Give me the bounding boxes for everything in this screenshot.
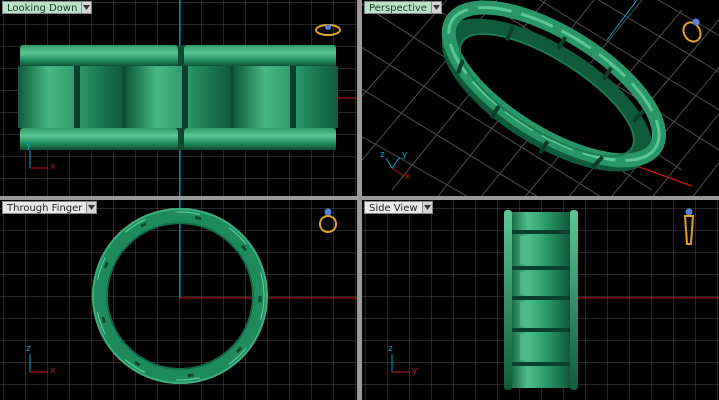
viewport-perspective[interactable]: z y x Perspective: [362, 0, 719, 196]
axis-label-x: x: [405, 172, 411, 182]
viewport-label-side-view[interactable]: Side View: [364, 201, 433, 214]
axis-label-x: x: [50, 366, 56, 376]
viewport-label-text: Side View: [364, 201, 422, 214]
ring-orientation-icon: [314, 22, 342, 42]
axis-label-x: x: [50, 162, 56, 172]
axis-label-y: y: [412, 366, 418, 376]
ring-model[interactable]: [504, 210, 578, 390]
chevron-down-icon[interactable]: [421, 201, 433, 214]
axis-label-y: y: [402, 150, 408, 160]
viewport-through-finger[interactable]: z x Through Finger: [0, 200, 357, 400]
axis-label-y: y: [26, 141, 32, 151]
viewport-label-looking-down[interactable]: Looking Down: [2, 1, 93, 14]
viewport-label-text: Looking Down: [2, 1, 82, 14]
viewport-label-perspective[interactable]: Perspective: [364, 1, 442, 14]
ring-orientation-icon: [318, 206, 338, 240]
chevron-down-icon[interactable]: [81, 1, 93, 14]
ring-orientation-icon: [680, 16, 704, 48]
ring-model[interactable]: [417, 0, 682, 196]
chevron-down-icon[interactable]: [86, 201, 98, 214]
chevron-down-icon[interactable]: [430, 1, 442, 14]
viewport-side-view[interactable]: z y Side View: [362, 200, 719, 400]
ring-model[interactable]: [18, 45, 338, 150]
viewport-label-text: Through Finger: [2, 201, 87, 214]
viewport-looking-down[interactable]: y x Looking Down: [0, 0, 357, 196]
axis-label-z: z: [380, 150, 385, 160]
axis-label-z: z: [388, 344, 393, 354]
viewport-canvas: [362, 0, 719, 196]
viewport-label-through-finger[interactable]: Through Finger: [2, 201, 98, 214]
ring-orientation-icon: [682, 206, 696, 250]
axis-label-z: z: [26, 344, 31, 354]
viewport-label-text: Perspective: [364, 1, 431, 14]
